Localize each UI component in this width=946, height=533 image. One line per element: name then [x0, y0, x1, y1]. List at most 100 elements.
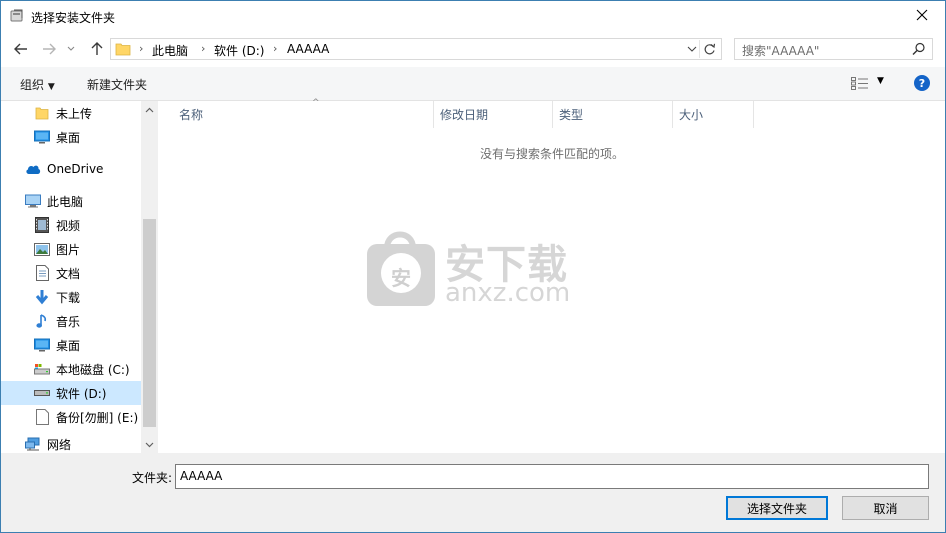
drive-icon	[34, 385, 50, 401]
breadcrumb-separator-icon: ›	[273, 42, 278, 55]
breadcrumb-drive-d[interactable]: 软件 (D:)	[214, 42, 264, 59]
sidebar-item-drive-e[interactable]: 备份[勿删] (E:)	[1, 405, 141, 429]
search-placeholder: 搜索"AAAAA"	[742, 44, 820, 58]
sidebar-item-drive-d[interactable]: 软件 (D:)	[1, 381, 141, 405]
drive-e-icon	[34, 409, 50, 425]
details-view-icon	[851, 77, 868, 90]
sidebar-item-desktop[interactable]: 桌面	[1, 125, 141, 149]
scroll-up-button[interactable]	[141, 101, 158, 118]
view-dropdown-button[interactable]: ▼	[877, 76, 884, 86]
sidebar-item-label: OneDrive	[47, 162, 104, 176]
chevron-up-icon	[145, 107, 154, 112]
sidebar-item-label: 备份[勿删] (E:)	[56, 410, 139, 425]
folder-icon	[34, 105, 50, 121]
folder-label: 文件夹:	[132, 471, 173, 485]
chevron-down-icon	[145, 442, 154, 447]
refresh-icon	[704, 43, 716, 54]
close-icon	[916, 9, 928, 24]
sidebar-item-label: 未上传	[56, 106, 93, 121]
forward-button[interactable]	[39, 39, 59, 59]
cloud-icon	[25, 161, 41, 177]
arrow-left-icon	[14, 43, 27, 55]
breadcrumb-aaaaa[interactable]: AAAAA	[287, 42, 329, 56]
desktop-icon	[34, 337, 50, 353]
video-icon	[34, 217, 50, 233]
folder-icon	[115, 42, 131, 59]
window-title: 选择安装文件夹	[31, 11, 116, 25]
caret-down-icon: ▼	[47, 82, 55, 92]
network-icon	[25, 436, 41, 452]
sidebar-item-this-pc[interactable]: 此电脑	[1, 189, 141, 213]
footer-panel: 文件夹: AAAAA 选择文件夹 取消	[1, 453, 945, 532]
refresh-button[interactable]	[699, 40, 719, 58]
sidebar-item-label: 下载	[56, 290, 81, 305]
sidebar-item-label: 视频	[56, 218, 81, 233]
cancel-button[interactable]: 取消	[842, 496, 929, 520]
sidebar-item-network[interactable]: 网络	[1, 435, 141, 453]
scroll-down-button[interactable]	[141, 436, 158, 453]
title-bar: 选择安装文件夹	[1, 1, 945, 32]
column-header-name[interactable]: 名称 ^	[173, 98, 434, 128]
breadcrumb-this-pc[interactable]: 此电脑	[152, 42, 188, 59]
music-icon	[34, 313, 50, 329]
back-button[interactable]	[11, 39, 31, 59]
sidebar-item-label: 音乐	[56, 314, 81, 329]
download-icon	[34, 289, 50, 305]
column-header-type[interactable]: 类型	[553, 101, 673, 128]
help-button[interactable]: ?	[914, 75, 930, 91]
column-header-size[interactable]: 大小	[673, 101, 754, 128]
watermark-domain: anxz.com	[445, 278, 571, 308]
search-box[interactable]: 搜索"AAAAA"	[734, 38, 933, 60]
sidebar-item-downloads[interactable]: 下载	[1, 285, 141, 309]
breadcrumb-separator-icon: ›	[201, 42, 206, 55]
empty-state-message: 没有与搜索条件匹配的项。	[479, 147, 624, 161]
column-label: 大小	[679, 108, 704, 122]
sidebar-item-label: 桌面	[56, 338, 81, 353]
close-button[interactable]	[899, 1, 945, 32]
document-icon	[34, 265, 50, 281]
recent-locations-button[interactable]	[64, 39, 78, 59]
chevron-down-icon	[67, 46, 75, 51]
column-header-modified[interactable]: 修改日期	[434, 101, 553, 128]
picture-icon	[34, 241, 50, 257]
column-label: 名称	[179, 108, 204, 122]
sort-ascending-icon: ^	[312, 98, 320, 108]
command-toolbar: 组织 ▼ 新建文件夹 ▼ ?	[1, 67, 945, 101]
sidebar-item-desktop-2[interactable]: 桌面	[1, 333, 141, 357]
computer-icon	[25, 193, 41, 209]
file-list[interactable]: 名称 ^ 修改日期 类型 大小 没有与搜索条件匹配的项。 安 安下载 anxz.…	[159, 98, 945, 453]
address-dropdown-button[interactable]	[687, 42, 697, 59]
sidebar-item-music[interactable]: 音乐	[1, 309, 141, 333]
organize-button[interactable]: 组织 ▼	[20, 76, 55, 93]
sidebar-item-label: 本地磁盘 (C:)	[56, 362, 130, 377]
sidebar-item-upload[interactable]: 未上传	[1, 101, 141, 125]
sidebar-item-label: 桌面	[56, 130, 81, 145]
organize-label: 组织	[20, 78, 45, 92]
sidebar-item-pictures[interactable]: 图片	[1, 237, 141, 261]
folder-picker-dialog: 选择安装文件夹 › 此电脑 › 软件 (D:) › AAAAA 搜索"AAAAA…	[0, 0, 946, 533]
sidebar-item-label: 图片	[56, 242, 81, 257]
sidebar-item-onedrive[interactable]: OneDrive	[1, 157, 141, 181]
breadcrumb-separator-icon: ›	[139, 42, 144, 55]
new-folder-button[interactable]: 新建文件夹	[87, 76, 147, 93]
arrow-up-icon	[91, 42, 103, 55]
arrow-right-icon	[43, 43, 56, 55]
chevron-down-icon	[687, 46, 697, 52]
address-bar[interactable]: › 此电脑 › 软件 (D:) › AAAAA	[110, 38, 722, 60]
sidebar-item-label: 此电脑	[47, 194, 84, 209]
sidebar-item-drive-c[interactable]: 本地磁盘 (C:)	[1, 357, 141, 381]
select-folder-button[interactable]: 选择文件夹	[726, 496, 828, 520]
folder-name-input[interactable]: AAAAA	[175, 464, 929, 489]
column-label: 修改日期	[440, 108, 489, 122]
view-options-button[interactable]	[851, 77, 869, 93]
up-button[interactable]	[87, 39, 107, 59]
search-icon[interactable]	[912, 42, 926, 59]
scrollbar-thumb[interactable]	[143, 219, 156, 427]
sidebar-item-videos[interactable]: 视频	[1, 213, 141, 237]
sidebar-item-documents[interactable]: 文档	[1, 261, 141, 285]
navigation-pane: 未上传 桌面 OneDrive 此电脑 视频 图片 文档 下载 音乐 桌面 本地…	[1, 101, 158, 453]
navigation-bar: › 此电脑 › 软件 (D:) › AAAAA 搜索"AAAAA"	[1, 32, 945, 66]
sidebar-item-label: 文档	[56, 266, 81, 281]
drive-c-icon	[34, 361, 50, 377]
app-icon	[10, 9, 24, 23]
